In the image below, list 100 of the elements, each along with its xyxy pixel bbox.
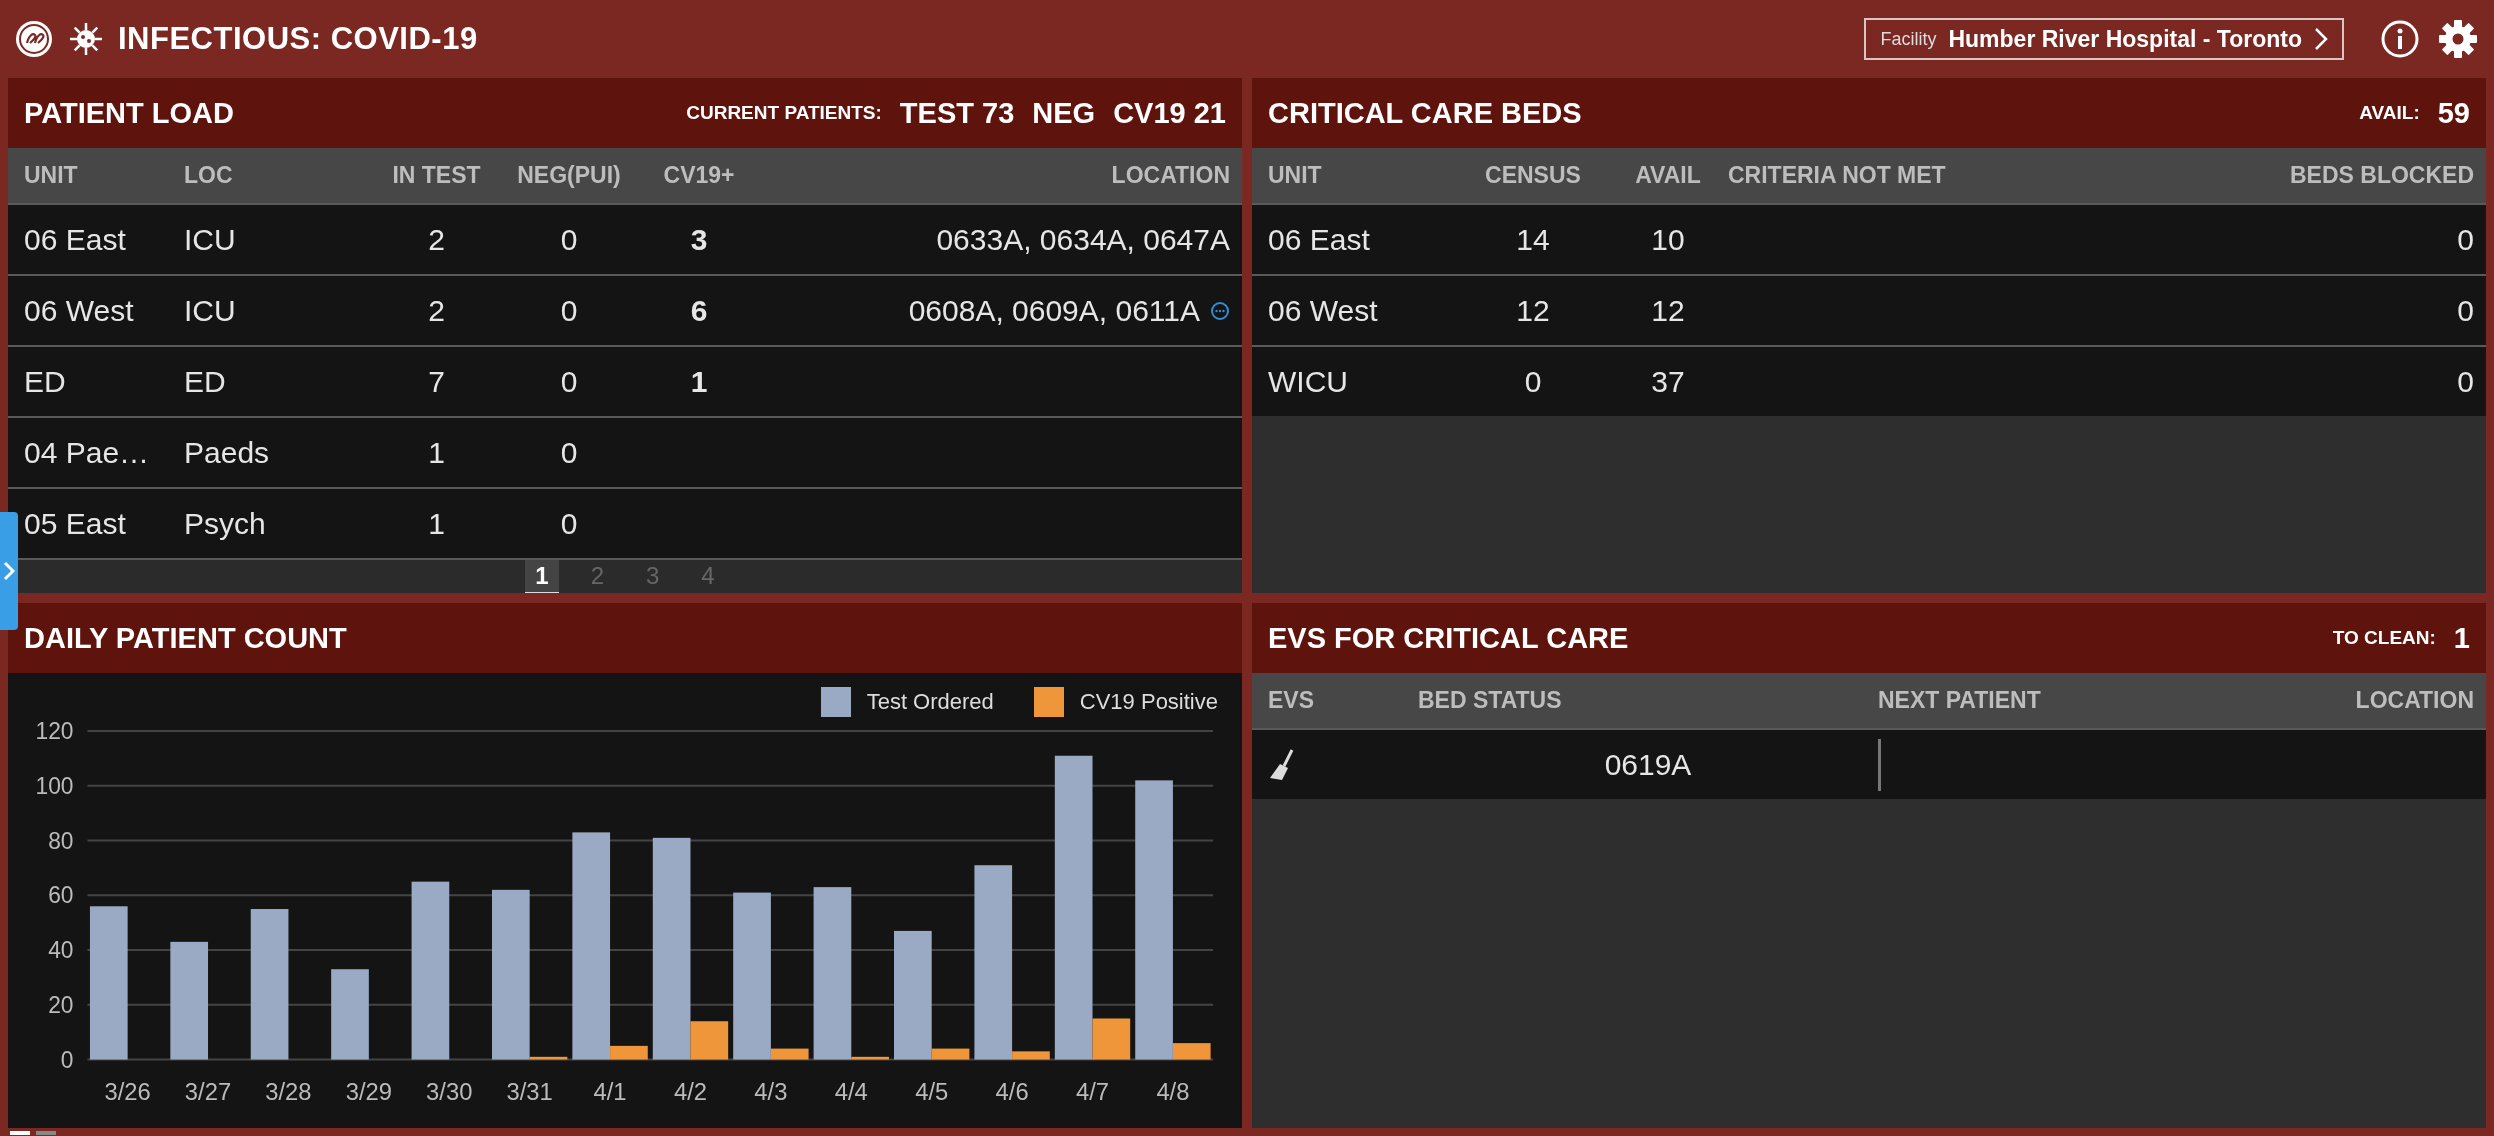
y-tick-label: 40: [48, 936, 74, 964]
facility-selector[interactable]: Facility Humber River Hospital - Toronto: [1864, 18, 2344, 60]
x-tick-label: 4/4: [834, 1077, 868, 1105]
panel-title: PATIENT LOAD: [24, 96, 234, 130]
summary-value: NEG: [1032, 96, 1096, 130]
table-cell-text: ICU: [184, 293, 237, 328]
legend-label: CV19 Positive: [1079, 689, 1218, 715]
app-title: INFECTIOUS: COVID-19: [118, 21, 478, 57]
table-cell-text: 0: [2456, 293, 2474, 328]
chevron-right-icon: [2314, 27, 2328, 51]
column-header: UNIT: [1268, 162, 1323, 189]
table-cell-text: 10: [1650, 222, 1686, 257]
table-cell-text: 7: [427, 364, 446, 399]
table-cell-text: 2: [427, 293, 446, 328]
table-cell-text: 06 West: [24, 293, 135, 328]
column-header: NEXT PATIENT: [1878, 687, 2042, 714]
x-tick-label: 3/31: [506, 1077, 553, 1105]
page-button[interactable]: 3: [636, 560, 670, 593]
column-header: AVAIL: [1634, 162, 1702, 189]
settings-icon: [2438, 19, 2478, 59]
page-button[interactable]: 1: [525, 560, 559, 593]
panel-title: EVS FOR CRITICAL CARE: [1268, 621, 1629, 655]
chevron-right-icon: [3, 561, 15, 581]
table-cell-text: 06 West: [1268, 293, 1379, 328]
table-cell-text: 12: [1515, 293, 1551, 328]
table-cell-text: 05 East: [24, 506, 127, 541]
panel-title: DAILY PATIENT COUNT: [24, 621, 347, 655]
x-tick-label: 3/29: [345, 1077, 392, 1105]
table-cell-text: 1: [427, 435, 446, 470]
logo-icon: [14, 19, 54, 59]
summary-label: AVAIL:: [2359, 102, 2420, 124]
settings-button[interactable]: [2436, 17, 2480, 61]
summary-value: 1: [2453, 621, 2470, 655]
page-button[interactable]: 4: [691, 560, 725, 593]
column-header: UNIT: [24, 162, 79, 189]
table-cell-text: ED: [24, 364, 67, 399]
column-header: BEDS BLOCKED: [2289, 162, 2474, 189]
column-header: CV19+: [662, 162, 736, 189]
x-tick-label: 4/2: [673, 1077, 707, 1105]
panel-title: CRITICAL CARE BEDS: [1268, 96, 1582, 130]
summary-value: CV19 21: [1113, 96, 1226, 130]
more-icon[interactable]: [1210, 300, 1230, 321]
summary-value: 59: [2437, 96, 2470, 130]
column-divider: [1878, 738, 1881, 791]
table-cell-text: 0: [559, 435, 579, 470]
table-cell-text: Paeds: [184, 435, 271, 470]
table-cell-text: 2: [427, 222, 446, 257]
y-tick-label: 100: [35, 772, 74, 799]
x-tick-label: 4/5: [915, 1077, 949, 1105]
x-tick-label: 3/30: [426, 1077, 473, 1105]
page-button[interactable]: 2: [580, 560, 614, 593]
table-cell-text: 6: [689, 293, 709, 328]
table-cell-text: 0: [2456, 222, 2474, 257]
table-cell: 0633A, 0634A, 0647A: [936, 222, 1230, 257]
x-tick-label: 4/3: [754, 1077, 788, 1105]
table-cell-text: 06 East: [1268, 222, 1371, 257]
y-tick-label: 60: [48, 882, 74, 909]
table-cell-text: Psych: [184, 506, 267, 541]
x-tick-label: 4/8: [1156, 1077, 1190, 1105]
table-cell-text: 1: [427, 506, 446, 541]
table-cell-text: 12: [1650, 293, 1686, 328]
x-tick-label: 3/28: [265, 1077, 312, 1105]
table-cell-text: WICU: [1268, 364, 1349, 399]
table-cell-text: ICU: [184, 222, 237, 257]
legend-label: Test Ordered: [866, 689, 994, 715]
legend-swatch: [820, 687, 851, 717]
table-cell-text: 0: [559, 222, 579, 257]
table-cell-text: 14: [1515, 222, 1551, 257]
y-tick-label: 0: [60, 1046, 74, 1073]
column-header: CRITERIA NOT MET: [1728, 162, 1947, 189]
virus-icon: [68, 21, 104, 57]
table-cell-text: 04 Pae…: [24, 435, 151, 470]
table-cell-text: ED: [184, 364, 227, 399]
expand-sidebar-tab[interactable]: [0, 512, 18, 630]
x-tick-label: 4/1: [593, 1077, 627, 1105]
column-header: NEG(PUI): [516, 162, 622, 189]
table-cell-text: 0: [559, 293, 579, 328]
table-cell-text: 37: [1650, 364, 1686, 399]
table-cell-text: 1: [689, 364, 709, 399]
table-cell-text: 0: [559, 506, 579, 541]
column-header: LOCATION: [1110, 162, 1230, 189]
x-tick-label: 3/27: [184, 1077, 232, 1105]
column-header: BED STATUS: [1418, 687, 1563, 714]
x-tick-label: 3/26: [104, 1077, 151, 1105]
column-header: CENSUS: [1484, 162, 1582, 189]
info-icon: [2380, 19, 2420, 59]
y-tick-label: 20: [48, 991, 74, 1018]
summary-value: TEST 73: [899, 96, 1015, 130]
y-tick-label: 80: [48, 827, 74, 854]
table-cell-text: 0: [2456, 364, 2474, 399]
column-header: LOC: [184, 162, 234, 189]
x-tick-label: 4/6: [995, 1077, 1029, 1105]
column-header: LOCATION: [2354, 687, 2474, 714]
table-cell: 0608A, 0609A, 0611A: [908, 293, 1200, 328]
table-cell-text: 06 East: [24, 222, 127, 257]
y-tick-label: 120: [35, 718, 74, 745]
x-tick-label: 4/7: [1075, 1077, 1110, 1105]
column-header: EVS: [1268, 687, 1316, 714]
summary-label: CURRENT PATIENTS:: [686, 102, 882, 124]
summary-label: TO CLEAN:: [2332, 627, 2436, 649]
